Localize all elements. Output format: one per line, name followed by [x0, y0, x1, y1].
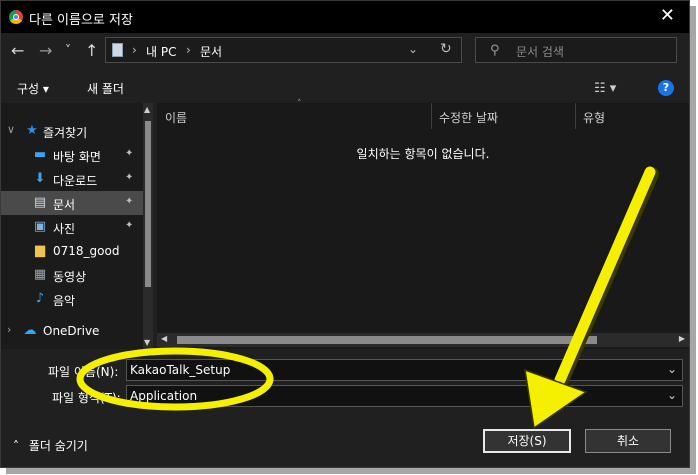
scroll-down-icon[interactable]: ▼ [144, 338, 150, 347]
scroll-left-icon[interactable]: ◀ [161, 334, 167, 343]
desktop-icon: ▬ [33, 147, 47, 162]
sidebar-item-pictures[interactable]: ▣ 사진 ✦ [1, 215, 143, 239]
filetype-select[interactable]: Application ⌄ [126, 385, 683, 407]
sidebar-item-documents[interactable]: ▤ 문서 ✦ [1, 191, 143, 215]
hide-folders-label: 폴더 숨기기 [28, 439, 88, 453]
navigation-pane: ∨ ★ 즐겨찾기 ▬ 바탕 화면 ✦ ⬇ 다운로드 ✦ ▤ 문서 ✦ ▣ 사진 … [1, 103, 153, 349]
folder-icon: ▆ [35, 243, 45, 258]
pin-icon[interactable]: ✦ [125, 220, 133, 231]
filename-label: 파일 이름(N): [48, 365, 119, 379]
picture-icon: ▣ [33, 219, 47, 234]
view-options-icon[interactable]: ☷ ▾ [594, 81, 616, 96]
sidebar-item-label: 다운로드 [53, 174, 98, 188]
sidebar-item-label: 음악 [53, 294, 76, 308]
video-icon: ▦ [33, 267, 47, 282]
sidebar-item-label: 사진 [53, 222, 76, 236]
column-label: 이름 [165, 111, 188, 125]
document-icon: ▤ [33, 195, 47, 210]
breadcrumb-documents[interactable]: 문서 [200, 43, 222, 60]
scrollbar-thumb[interactable] [177, 336, 597, 344]
chevron-up-icon: ˄ [13, 439, 19, 453]
refresh-icon[interactable]: ↻ [440, 41, 452, 57]
sidebar-item-desktop[interactable]: ▬ 바탕 화면 ✦ [1, 143, 143, 167]
chevron-right-icon[interactable]: › [7, 323, 11, 336]
column-label: 유형 [583, 111, 606, 125]
chevron-down-icon[interactable]: ⌄ [667, 388, 677, 402]
sidebar-item-label: 0718_good [53, 244, 120, 258]
sidebar-item-music[interactable]: ♪ 음악 [1, 287, 143, 311]
chrome-icon [9, 10, 23, 24]
filename-value: KakaoTalk_Setup [130, 363, 231, 377]
music-icon: ♪ [35, 291, 45, 306]
back-icon[interactable]: ← [11, 41, 24, 60]
empty-message: 일치하는 항목이 없습니다. [356, 147, 490, 161]
forward-icon[interactable]: → [39, 41, 52, 60]
help-icon[interactable]: ? [658, 80, 674, 96]
chevron-down-icon[interactable]: ⌄ [667, 362, 677, 376]
sidebar-item-label: 즐겨찾기 [43, 126, 88, 140]
up-icon[interactable]: ↑ [85, 41, 98, 60]
scroll-up-icon[interactable]: ▲ [144, 105, 150, 114]
document-icon [112, 43, 123, 57]
cancel-button[interactable]: 취소 [585, 429, 671, 453]
sidebar-item-label: 바탕 화면 [53, 150, 101, 164]
star-icon: ★ [26, 123, 38, 138]
search-icon: ⚲ [490, 43, 500, 58]
close-icon[interactable]: ✕ [660, 5, 675, 26]
address-bar[interactable]: › 내 PC › 문서 ⌄ ↻ [105, 37, 462, 63]
command-toolbar: 구성 ▾ 새 폴더 ☷ ▾ ? [1, 73, 689, 103]
filetype-value: Application [130, 389, 198, 403]
sidebar-item-label: OneDrive [43, 324, 100, 338]
breadcrumb-my-pc[interactable]: 내 PC [146, 43, 176, 60]
sidebar-scrollbar[interactable]: ▲ ▼ [143, 103, 153, 349]
horizontal-scrollbar[interactable]: ◀ ▶ [157, 333, 689, 347]
sort-up-icon: ˄ [297, 99, 302, 109]
search-input[interactable]: ⚲ 문서 검색 [475, 37, 677, 63]
sidebar-item-label: 동영상 [53, 270, 87, 284]
search-placeholder: 문서 검색 [516, 45, 564, 59]
pin-icon[interactable]: ✦ [125, 148, 133, 159]
sidebar-item-downloads[interactable]: ⬇ 다운로드 ✦ [1, 167, 143, 191]
breadcrumb-separator: › [132, 43, 137, 57]
recent-locations-icon[interactable]: ˅ [65, 43, 71, 57]
sidebar-item-videos[interactable]: ▦ 동영상 [1, 263, 143, 287]
sidebar-item-0718-good[interactable]: ▆ 0718_good [1, 239, 143, 263]
pin-icon[interactable]: ✦ [125, 172, 133, 183]
scroll-right-icon[interactable]: ▶ [679, 334, 685, 343]
breadcrumb-separator: › [186, 43, 191, 57]
sidebar-item-label: 문서 [53, 198, 76, 212]
save-as-dialog: 다른 이름으로 저장 ✕ ← → ˅ ↑ › 내 PC › 문서 ⌄ ↻ ⚲ 문… [0, 0, 690, 468]
scrollbar-thumb[interactable] [145, 121, 151, 287]
organize-button[interactable]: 구성 ▾ [17, 80, 49, 97]
cloud-icon: ☁ [23, 323, 37, 338]
filename-field[interactable]: KakaoTalk_Setup ⌄ [126, 359, 683, 381]
sidebar-item-onedrive[interactable]: › ☁ OneDrive [1, 319, 143, 343]
filetype-label: 파일 형식(T): [52, 391, 121, 405]
save-button[interactable]: 저장(S) [483, 429, 571, 453]
title-bar: 다른 이름으로 저장 ✕ [1, 1, 689, 33]
pin-icon[interactable]: ✦ [125, 196, 133, 207]
hide-folders-button[interactable]: ˄ 폴더 숨기기 [13, 437, 88, 454]
window-title: 다른 이름으로 저장 [29, 13, 133, 28]
new-folder-button[interactable]: 새 폴더 [87, 80, 124, 97]
download-icon: ⬇ [34, 171, 46, 186]
column-header-type[interactable]: 유형 [575, 103, 689, 129]
column-label: 수정한 날짜 [439, 111, 499, 125]
chevron-down-icon[interactable]: ∨ [7, 123, 15, 136]
file-list: 이름 ˄ 수정한 날짜 유형 일치하는 항목이 없습니다. ◀ ▶ [157, 99, 689, 349]
sidebar-item-favorites[interactable]: ∨ ★ 즐겨찾기 [1, 119, 143, 143]
column-header-name[interactable]: 이름 ˄ [157, 99, 432, 129]
chevron-down-icon[interactable]: ⌄ [408, 42, 418, 56]
save-form: 파일 이름(N): KakaoTalk_Setup ⌄ 파일 형식(T): Ap… [1, 351, 689, 467]
column-header-date[interactable]: 수정한 날짜 [431, 103, 576, 129]
